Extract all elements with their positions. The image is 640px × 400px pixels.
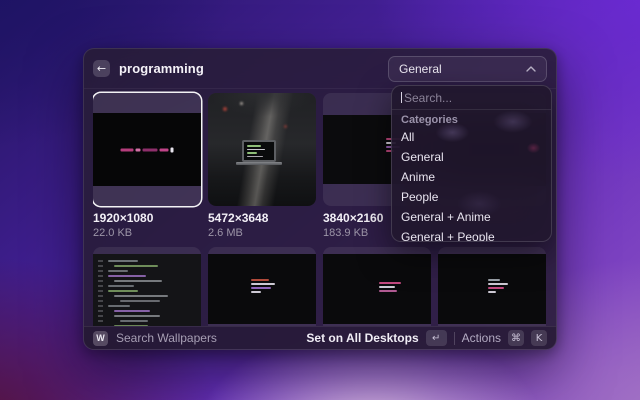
wallpaper-resolution: 1920×1080	[93, 211, 201, 225]
wallpaper-cell: 5472×3648 2.6 MB	[208, 93, 316, 239]
wallpaper-thumbnail	[323, 254, 431, 324]
back-button[interactable]: ←	[93, 60, 110, 77]
option-label: Anime	[401, 170, 435, 184]
category-dropdown-popup: Search... Categories All General Anime P…	[391, 85, 552, 242]
text-caret	[401, 92, 402, 103]
option-label: All	[401, 130, 414, 144]
wallpaper-tile[interactable]	[208, 93, 316, 206]
category-option-general-anime[interactable]: General + Anime	[392, 207, 551, 227]
header: ← programming General	[84, 49, 556, 89]
option-label: General + People	[401, 230, 495, 242]
wallpaper-browser-window: ← programming General	[83, 48, 557, 350]
wallpaper-cell	[208, 247, 316, 326]
wallpaper-tile[interactable]	[208, 247, 316, 326]
wallpaper-filesize: 2.6 MB	[208, 227, 316, 239]
categories-section-label: Categories	[392, 110, 551, 127]
wallpaper-cell	[438, 247, 546, 326]
arrow-left-icon: ←	[97, 63, 106, 74]
action-bar: W Search Wallpapers Set on All Desktops …	[84, 326, 556, 349]
footer-actions: Set on All Desktops ↵ Actions ⌘ K	[306, 330, 547, 346]
wallpaper-cell	[93, 247, 201, 326]
page-title: programming	[119, 61, 204, 76]
k-key-icon: K	[531, 330, 547, 346]
category-search-input[interactable]: Search...	[392, 86, 551, 109]
category-option-all[interactable]: All	[392, 127, 551, 147]
wallpaper-filesize: 22.0 KB	[93, 227, 201, 239]
category-option-general[interactable]: General	[392, 147, 551, 167]
wallpapers-app-icon: W	[93, 331, 108, 346]
wallpaper-thumbnail	[93, 113, 201, 186]
wallpaper-tile-selected[interactable]	[93, 93, 201, 206]
footer-divider	[454, 332, 455, 345]
actions-menu-button[interactable]: Actions	[462, 331, 501, 345]
wallpaper-thumbnail	[438, 254, 546, 324]
category-dropdown[interactable]: General	[388, 56, 547, 82]
app-name-label: Search Wallpapers	[116, 331, 217, 345]
wallpaper-tile[interactable]	[323, 247, 431, 326]
grid-row-2	[93, 247, 547, 326]
wallpaper-cell: 1920×1080 22.0 KB	[93, 93, 201, 239]
wallpaper-tile[interactable]	[438, 247, 546, 326]
category-dropdown-value: General	[399, 62, 442, 76]
category-option-anime[interactable]: Anime	[392, 167, 551, 187]
command-key-icon: ⌘	[508, 330, 524, 346]
chevron-up-icon	[526, 66, 536, 72]
wallpaper-thumbnail	[208, 93, 316, 206]
set-on-all-desktops-button[interactable]: Set on All Desktops	[306, 331, 418, 345]
wallpaper-thumbnail	[208, 254, 316, 324]
wallpaper-cell	[323, 247, 431, 326]
wallpaper-resolution: 5472×3648	[208, 211, 316, 225]
search-placeholder: Search...	[404, 91, 452, 105]
category-option-people[interactable]: People	[392, 187, 551, 207]
return-key-icon: ↵	[426, 330, 447, 346]
category-option-general-people[interactable]: General + People	[392, 227, 551, 242]
option-label: People	[401, 190, 438, 204]
wallpaper-thumbnail	[93, 254, 201, 326]
option-label: General + Anime	[401, 210, 491, 224]
laptop-silhouette	[242, 140, 282, 165]
option-label: General	[401, 150, 444, 164]
wallpaper-tile[interactable]	[93, 247, 201, 326]
